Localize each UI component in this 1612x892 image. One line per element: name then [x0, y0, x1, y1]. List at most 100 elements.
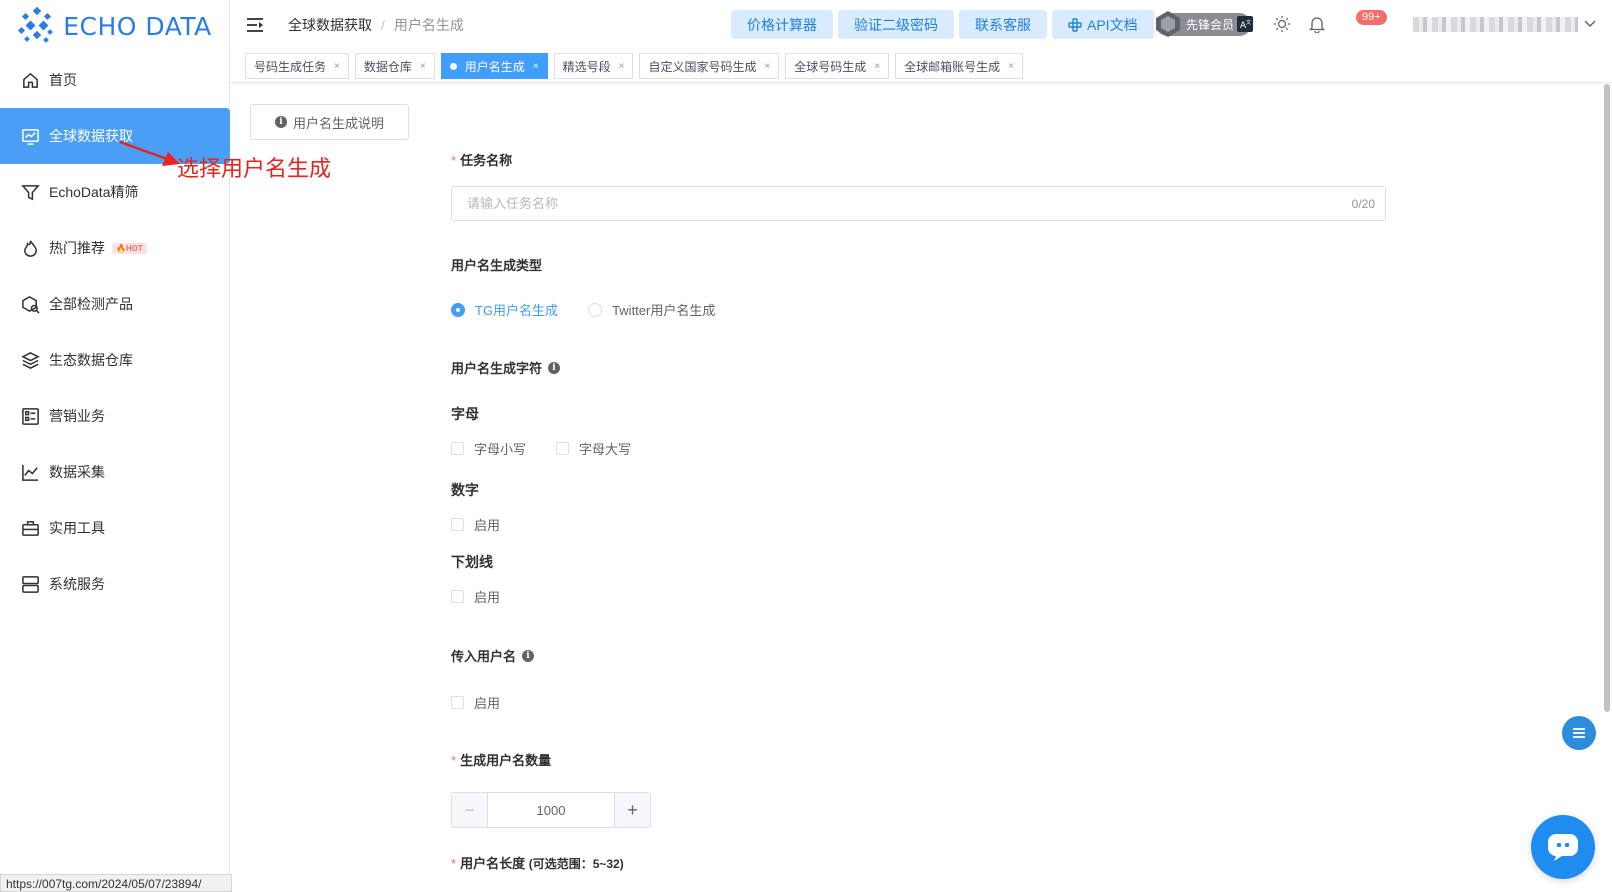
task-name-field[interactable]: 0/20 — [451, 186, 1386, 221]
box-search-icon — [20, 294, 40, 314]
sidebar-item-9[interactable]: 系统服务 — [0, 556, 229, 612]
chart-monitor-icon — [20, 126, 40, 146]
quantity-increment-button[interactable]: + — [614, 793, 650, 827]
chat-support-button[interactable] — [1531, 815, 1595, 879]
tab-3[interactable]: 精选号段 × — [553, 53, 634, 79]
hot-badge: 🔥HOT — [112, 242, 147, 254]
price-calculator-label: 价格计算器 — [747, 16, 817, 33]
breadcrumb-item-parent[interactable]: 全球数据获取 — [288, 15, 372, 35]
task-name-input[interactable] — [467, 196, 1352, 211]
header-buttons: 价格计算器 验证二级密码 联系客服 API文档 — [731, 10, 1154, 39]
filter-icon — [20, 182, 40, 202]
close-icon[interactable]: × — [619, 61, 625, 72]
checkbox-uppercase[interactable]: 字母大写 — [556, 439, 631, 458]
sidebar-item-label: 热门推荐 — [49, 240, 105, 256]
line-chart-icon — [20, 462, 40, 482]
sidebar-item-label: 生态数据仓库 — [49, 352, 133, 368]
checkbox-underscore-enable[interactable]: 启用 — [451, 587, 500, 606]
theme-sun-icon[interactable] — [1273, 15, 1291, 33]
gen-type-radio-group: TG用户名生成 Twitter用户名生成 — [451, 300, 715, 319]
close-icon[interactable]: × — [420, 61, 426, 72]
tab-0[interactable]: 号码生成任务 × — [245, 53, 349, 79]
layers-icon — [20, 350, 40, 370]
app-root: ECHO DATA 首页 全球数据获取 EchoData精筛 热门推荐 🔥HOT 全部检测… — [0, 0, 1612, 892]
floating-menu-button[interactable] — [1562, 716, 1596, 750]
tab-1[interactable]: 数据仓库 × — [354, 53, 435, 79]
verify-password-label: 验证二级密码 — [854, 16, 938, 33]
user-name-blurred[interactable] — [1413, 17, 1578, 32]
tab-label: 全球号码生成 — [794, 59, 867, 74]
task-name-counter: 0/20 — [1351, 196, 1375, 211]
help-button[interactable]: i 用户名生成说明 — [250, 104, 409, 140]
chars-label: 用户名生成字符 i — [451, 358, 561, 377]
sidebar-item-6[interactable]: 营销业务 — [0, 388, 229, 444]
tab-label: 全球邮箱账号生成 — [904, 59, 1001, 74]
tab-label: 数据仓库 — [363, 59, 412, 74]
sidebar: ECHO DATA 首页 全球数据获取 EchoData精筛 热门推荐 🔥HOT 全部检测… — [0, 0, 232, 892]
menu-toggle-icon[interactable] — [246, 15, 266, 35]
vip-hexagon-icon — [1156, 11, 1180, 37]
quantity-decrement-button[interactable]: − — [452, 793, 488, 827]
api-docs-button[interactable]: API文档 — [1052, 10, 1154, 39]
logo-text: ECHO DATA — [63, 11, 212, 41]
close-icon[interactable]: × — [533, 61, 539, 72]
tab-5[interactable]: 全球号码生成 × — [785, 53, 890, 79]
digits-label: 数字 — [451, 482, 479, 498]
quantity-value[interactable]: 1000 — [488, 793, 614, 827]
price-calculator-button[interactable]: 价格计算器 — [731, 10, 833, 39]
underscore-label: 下划线 — [451, 554, 493, 570]
breadcrumb-separator: / — [381, 17, 385, 33]
length-label: * 用户名长度 (可选范围：5~32) — [451, 856, 624, 871]
close-icon[interactable]: × — [334, 61, 340, 72]
checkbox-lowercase[interactable]: 字母小写 — [451, 439, 526, 458]
vip-label: 先锋会员 — [1186, 18, 1235, 32]
chevron-down-icon[interactable] — [1583, 16, 1597, 30]
tab-2[interactable]: 用户名生成 × — [440, 53, 548, 79]
radio-twitter-username[interactable]: Twitter用户名生成 — [588, 300, 715, 319]
letters-checkbox-group: 字母小写 字母大写 — [451, 439, 631, 458]
tab-4[interactable]: 自定义国家号码生成 × — [639, 53, 780, 79]
tab-6[interactable]: 全球邮箱账号生成 × — [895, 53, 1024, 79]
input-usernames-info-icon[interactable]: i — [522, 649, 535, 662]
page-scrollbar[interactable] — [1604, 84, 1610, 712]
translate-icon[interactable]: A文 — [1236, 15, 1254, 33]
tab-label: 自定义国家号码生成 — [648, 59, 757, 74]
sidebar-item-7[interactable]: 数据采集 — [0, 444, 229, 500]
radio-tg-username[interactable]: TG用户名生成 — [451, 300, 558, 319]
digits-checkbox-group: 启用 — [451, 515, 500, 534]
checkbox-input-usernames-enable[interactable]: 启用 — [451, 693, 500, 712]
chat-bubble-icon — [1548, 834, 1578, 861]
quantity-stepper: − 1000 + — [451, 792, 651, 828]
sidebar-item-0[interactable]: 首页 — [0, 52, 229, 108]
chars-info-icon[interactable]: i — [548, 361, 561, 374]
notification-badge: 99+ — [1356, 10, 1387, 25]
sidebar-item-label: 全部检测产品 — [49, 296, 133, 312]
sidebar-item-label: 首页 — [49, 72, 77, 88]
help-button-label: 用户名生成说明 — [292, 115, 384, 131]
letters-label: 字母 — [451, 406, 479, 422]
tab-bar: 号码生成任务 × 数据仓库 × 用户名生成 × 精选号段 × 自定义国家号码生成 × 全球号码生成 ×… — [231, 50, 1612, 83]
top-header: 全球数据获取 / 用户名生成 价格计算器 验证二级密码 联系客服 API文档 先… — [231, 0, 1612, 50]
logo[interactable]: ECHO DATA — [0, 0, 229, 52]
checkbox-digits-enable[interactable]: 启用 — [451, 515, 500, 534]
sidebar-item-5[interactable]: 生态数据仓库 — [0, 332, 229, 388]
gen-type-label: 用户名生成类型 — [451, 258, 543, 273]
quantity-label: * 生成用户名数量 — [451, 753, 552, 768]
list-icon — [20, 406, 40, 426]
info-icon: i — [274, 116, 287, 128]
close-icon[interactable]: × — [1008, 61, 1014, 72]
sidebar-item-8[interactable]: 实用工具 — [0, 500, 229, 556]
sidebar-item-4[interactable]: 全部检测产品 — [0, 276, 229, 332]
contact-support-button[interactable]: 联系客服 — [959, 10, 1047, 39]
close-icon[interactable]: × — [764, 61, 770, 72]
tab-label: 用户名生成 — [464, 59, 525, 74]
tab-label: 号码生成任务 — [254, 59, 327, 74]
close-icon[interactable]: × — [874, 61, 880, 72]
verify-password-button[interactable]: 验证二级密码 — [838, 10, 954, 39]
input-usernames-label: 传入用户名 i — [451, 646, 535, 665]
svg-text:文: 文 — [1246, 19, 1251, 26]
sidebar-item-3[interactable]: 热门推荐 🔥HOT — [0, 220, 229, 276]
contact-support-label: 联系客服 — [975, 16, 1031, 33]
briefcase-icon — [20, 518, 40, 538]
notification-bell-icon[interactable] — [1308, 15, 1326, 33]
